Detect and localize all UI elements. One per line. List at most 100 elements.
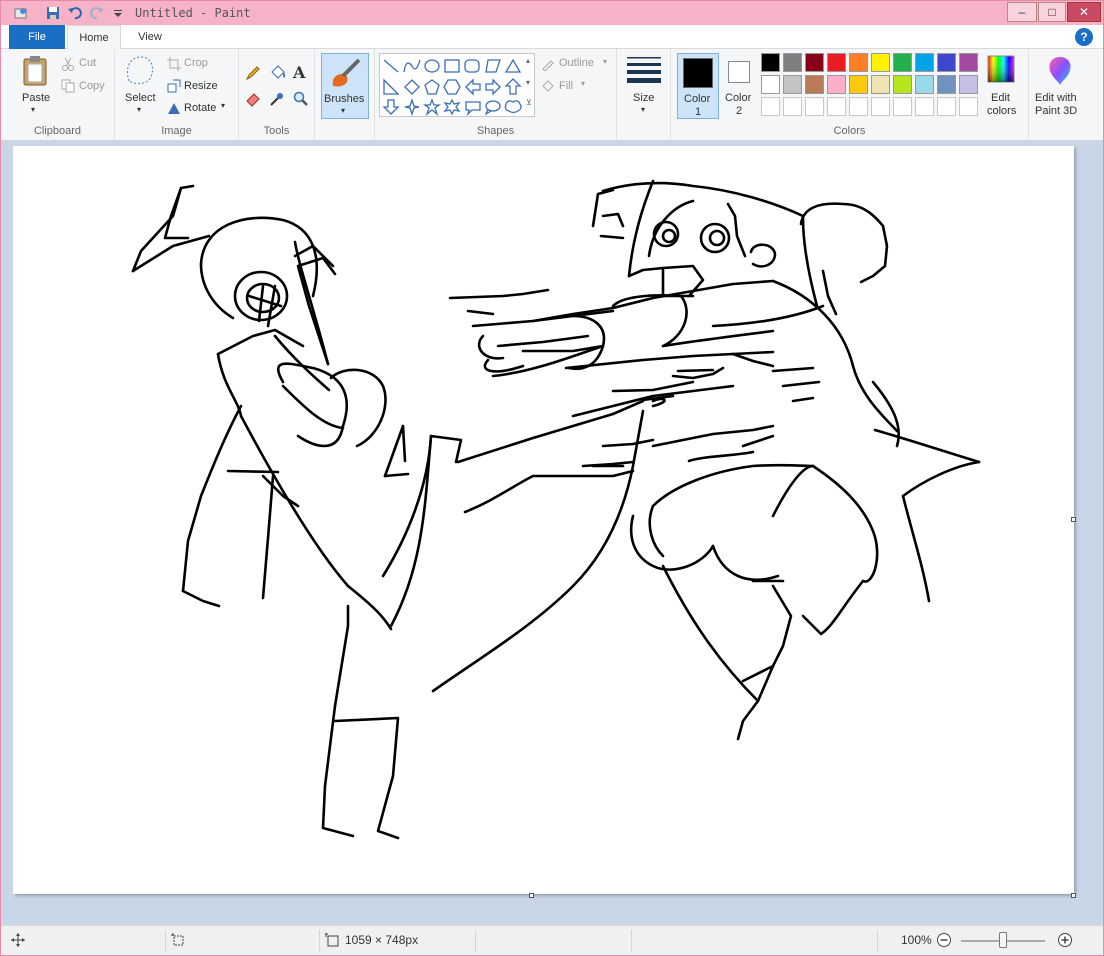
edit-colors-icon[interactable]: [987, 55, 1015, 83]
save-icon[interactable]: [45, 5, 61, 21]
palette-swatch[interactable]: [783, 53, 802, 72]
zoom-in-icon[interactable]: [1057, 932, 1073, 948]
shapes-gallery-icons[interactable]: [382, 56, 524, 116]
edit-colors-label[interactable]: Edit: [991, 92, 1010, 104]
palette-swatch[interactable]: [893, 75, 912, 94]
palette-swatch[interactable]: [915, 75, 934, 94]
paste-label[interactable]: Paste: [22, 92, 50, 104]
paint-app-icon: [14, 8, 27, 19]
custom-color-slot[interactable]: [805, 97, 824, 116]
custom-color-slot[interactable]: [849, 97, 868, 116]
fill-button[interactable]: Fill: [559, 80, 573, 92]
crop-button[interactable]: Crop: [184, 57, 208, 69]
size-icon[interactable]: [627, 57, 661, 83]
zoom-slider-thumb[interactable]: [999, 932, 1007, 948]
color2-button[interactable]: Color 2: [721, 53, 759, 119]
edit-colors-label-2[interactable]: colors: [987, 105, 1016, 117]
tab-home[interactable]: Home: [67, 25, 121, 50]
eraser-icon[interactable]: [245, 91, 261, 107]
brushes-group: Brushes ▾: [315, 49, 375, 141]
customize-quick-access-icon[interactable]: [110, 5, 126, 21]
magnifier-icon[interactable]: [293, 91, 309, 107]
outline-button[interactable]: Outline: [559, 57, 594, 69]
paint3d-group: Edit with Paint 3D: [1029, 49, 1103, 141]
brushes-label: Brushes: [324, 93, 365, 105]
palette-swatch[interactable]: [805, 75, 824, 94]
color-palette: [761, 53, 983, 119]
custom-color-slot[interactable]: [915, 97, 934, 116]
palette-swatch[interactable]: [871, 75, 890, 94]
maximize-button[interactable]: □: [1038, 2, 1066, 22]
paste-icon[interactable]: [21, 55, 51, 87]
palette-swatch[interactable]: [893, 53, 912, 72]
color-picker-icon[interactable]: [269, 91, 285, 107]
copy-button[interactable]: Copy: [79, 80, 105, 92]
rotate-button[interactable]: Rotate: [184, 102, 216, 114]
palette-swatch[interactable]: [761, 53, 780, 72]
image-dimensions: 1059 × 748px: [345, 933, 419, 947]
palette-swatch[interactable]: [827, 53, 846, 72]
brush-icon: [332, 58, 361, 87]
size-label[interactable]: Size: [633, 92, 654, 104]
palette-swatch[interactable]: [849, 75, 868, 94]
palette-swatch[interactable]: [915, 53, 934, 72]
size-dropdown-icon[interactable]: ▾: [641, 105, 645, 114]
resize-icon: [167, 79, 181, 93]
color2-number: 2: [736, 105, 743, 117]
undo-icon[interactable]: [67, 5, 83, 21]
custom-color-slot[interactable]: [827, 97, 846, 116]
fill-bucket-icon[interactable]: [269, 63, 287, 81]
palette-swatch[interactable]: [959, 75, 978, 94]
zoom-out-icon[interactable]: [936, 932, 952, 948]
custom-color-slot[interactable]: [871, 97, 890, 116]
shapes-scroll-up-icon[interactable]: ▴: [526, 56, 530, 65]
rotate-dropdown-icon[interactable]: ▾: [221, 101, 225, 110]
custom-color-slot[interactable]: [761, 97, 780, 116]
shapes-expand-icon[interactable]: ⊻: [526, 98, 532, 107]
palette-swatch[interactable]: [783, 75, 802, 94]
palette-swatch[interactable]: [871, 53, 890, 72]
paint3d-label-2[interactable]: Paint 3D: [1035, 105, 1077, 117]
tab-view[interactable]: View: [125, 25, 175, 49]
tab-file[interactable]: File: [9, 25, 65, 49]
select-dropdown-icon[interactable]: ▾: [137, 105, 141, 114]
outline-dropdown-icon[interactable]: ▾: [603, 57, 607, 66]
resize-handle-right[interactable]: [1071, 517, 1076, 522]
resize-handle-bottom[interactable]: [529, 893, 534, 898]
paint3d-icon[interactable]: [1045, 55, 1075, 87]
palette-swatch[interactable]: [827, 75, 846, 94]
palette-swatch[interactable]: [959, 53, 978, 72]
palette-swatch[interactable]: [937, 53, 956, 72]
cut-button[interactable]: Cut: [79, 57, 96, 69]
clipboard-group: Paste ▾ Cut Copy Clipboard: [1, 49, 115, 141]
drawing-canvas[interactable]: [13, 146, 1074, 894]
custom-color-slot[interactable]: [959, 97, 978, 116]
palette-swatch[interactable]: [761, 75, 780, 94]
brushes-button[interactable]: Brushes ▾: [321, 53, 369, 119]
clipboard-group-label: Clipboard: [33, 125, 82, 137]
shapes-scroll-down-icon[interactable]: ▾: [526, 78, 530, 87]
redo-icon[interactable]: [89, 5, 105, 21]
palette-swatch[interactable]: [937, 75, 956, 94]
resize-handle-corner[interactable]: [1071, 893, 1076, 898]
palette-swatch[interactable]: [805, 53, 824, 72]
color1-button[interactable]: Color 1: [677, 53, 719, 119]
image-group-label: Image: [161, 125, 192, 137]
pencil-icon[interactable]: [245, 65, 261, 81]
custom-color-slot[interactable]: [937, 97, 956, 116]
resize-button[interactable]: Resize: [184, 80, 218, 92]
status-separator: [165, 930, 166, 952]
select-icon[interactable]: [123, 53, 157, 87]
paint3d-label[interactable]: Edit with: [1035, 92, 1077, 104]
close-button[interactable]: ✕: [1067, 2, 1101, 22]
palette-swatch[interactable]: [849, 53, 868, 72]
paste-dropdown-icon[interactable]: ▾: [31, 105, 35, 114]
fill-dropdown-icon[interactable]: ▾: [581, 79, 585, 88]
minimize-button[interactable]: –: [1007, 2, 1037, 22]
help-icon[interactable]: ?: [1075, 28, 1093, 46]
custom-color-slot[interactable]: [783, 97, 802, 116]
status-separator: [877, 930, 878, 952]
custom-color-slot[interactable]: [893, 97, 912, 116]
text-tool-icon[interactable]: A: [293, 63, 305, 82]
select-label[interactable]: Select: [125, 92, 156, 104]
